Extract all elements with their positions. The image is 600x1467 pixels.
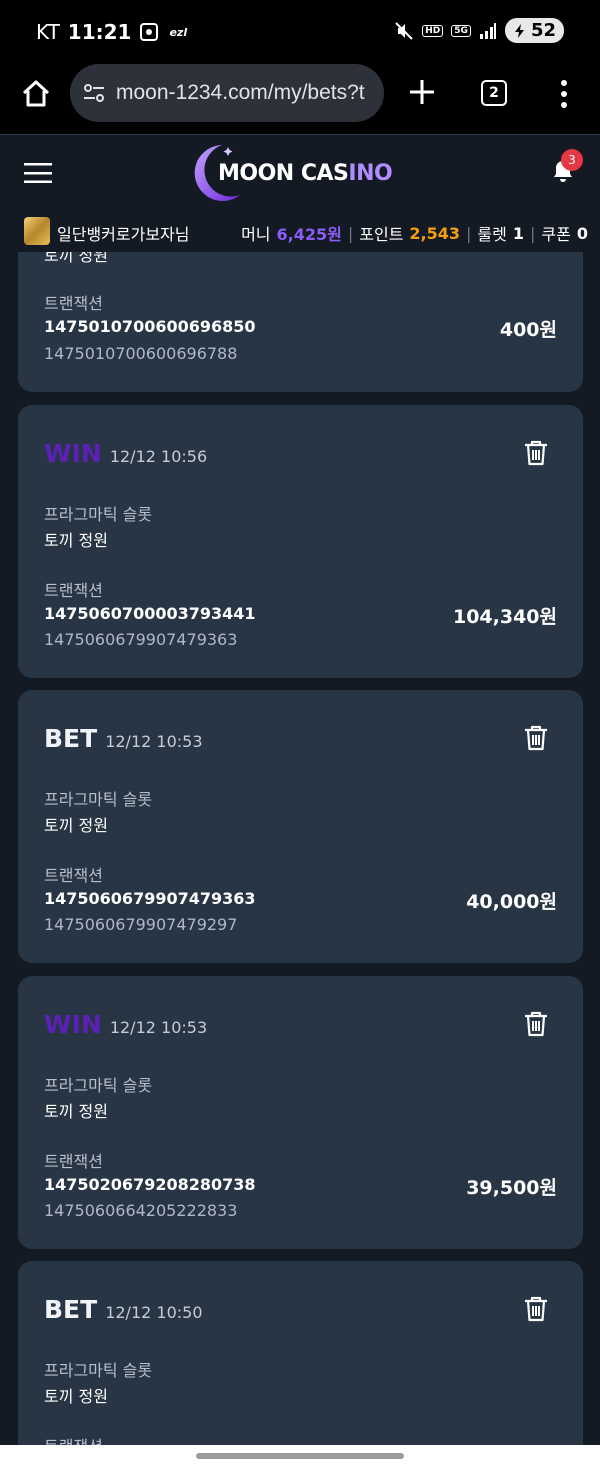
carrier-label: KT <box>36 20 60 44</box>
hamburger-menu-icon[interactable] <box>24 163 52 183</box>
transaction-label: 트랜잭션 <box>44 581 103 600</box>
roulette-value[interactable]: 1 <box>513 224 524 243</box>
battery-indicator: 52 <box>504 18 564 43</box>
screen-record-icon <box>140 23 159 41</box>
game-name: 토끼 정원 <box>44 1387 108 1406</box>
url-text[interactable]: moon-1234.com/my/bets?t <box>116 81 381 105</box>
bet-amount: 400원 <box>499 319 557 341</box>
logo-text-main: MOON CAS <box>218 161 349 186</box>
provider-name: 프라그마틱 슬롯 <box>44 790 153 809</box>
logo-text: MOON CASINO <box>218 161 393 186</box>
transaction-label: 트랜잭션 <box>44 866 103 885</box>
card-header: BET 12/12 10:53 <box>44 724 203 753</box>
divider: | <box>466 223 472 243</box>
new-tab-icon[interactable] <box>406 76 438 108</box>
home-icon[interactable] <box>20 78 52 110</box>
notification-badge[interactable]: 3 <box>561 149 583 171</box>
trash-icon[interactable] <box>523 439 549 467</box>
site-settings-icon[interactable] <box>82 81 106 105</box>
clock: 11:21 <box>67 20 132 44</box>
user-info-bar: 일단뱅커로가보자님 머니 6,425원 | 포인트 2,543 | 룰렛 1 |… <box>0 215 600 251</box>
point-label: 포인트 <box>359 225 404 244</box>
status-right: HD 5G 52 <box>394 18 564 43</box>
game-name: 토끼 정원 <box>44 816 108 835</box>
type-badge-win: WIN <box>44 439 102 468</box>
bet-time: 12/12 10:56 <box>109 447 208 466</box>
bet-amount: 104,340원 <box>452 606 557 628</box>
divider: | <box>530 223 536 243</box>
trash-icon[interactable] <box>523 1295 549 1323</box>
provider-name: 프라그마틱 슬롯 <box>44 1361 153 1380</box>
mute-icon <box>395 21 413 40</box>
type-badge-bet: BET <box>44 724 98 753</box>
divider: | <box>347 223 354 243</box>
coupon-value[interactable]: 0 <box>577 224 588 243</box>
bet-card: BET 12/12 10:50 프라그마틱 슬롯 토끼 정원 트랜잭션 <box>18 1261 583 1445</box>
type-badge-bet: BET <box>44 1295 98 1324</box>
game-name: 토끼 정원 <box>44 531 108 550</box>
charging-icon <box>514 23 524 38</box>
game-name: 토끼 정원 <box>44 1102 108 1121</box>
bet-amount: 39,500원 <box>466 1177 557 1199</box>
user-stats: 머니 6,425원 | 포인트 2,543 | 룰렛 1 | 쿠폰 0 <box>241 221 588 245</box>
bet-time: 12/12 10:53 <box>109 1018 208 1037</box>
trash-icon[interactable] <box>523 1010 549 1038</box>
bet-card: WIN 12/12 10:53 프라그마틱 슬롯 토끼 정원 트랜잭션 1475… <box>18 976 583 1249</box>
battery-level: 52 <box>530 20 556 41</box>
network-type-icon: 5G <box>451 24 471 37</box>
card-header: WIN 12/12 10:53 <box>44 1010 207 1039</box>
bet-amount: 40,000원 <box>466 891 557 913</box>
gesture-handle[interactable] <box>196 1453 404 1459</box>
transaction-ref-id: 1475060679907479297 <box>44 915 238 934</box>
transaction-ref-id: 1475010700600696788 <box>44 344 238 363</box>
user-rank-avatar <box>24 217 50 245</box>
signal-icon <box>479 22 496 39</box>
username[interactable]: 일단뱅커로가보자님 <box>57 221 189 245</box>
game-name: 토끼 정원 <box>44 252 108 265</box>
roulette-label: 룰렛 <box>477 225 507 244</box>
coupon-label: 쿠폰 <box>541 225 571 244</box>
bet-history-list[interactable]: 토끼 정원 트랜잭션 1475010700600696850 147501070… <box>0 252 600 1445</box>
bet-card: WIN 12/12 10:56 프라그마틱 슬롯 토끼 정원 트랜잭션 1475… <box>18 405 583 678</box>
point-value[interactable]: 2,543 <box>409 224 460 243</box>
site-header: MOON CASINO 3 일단뱅커로가보자님 머니 6,425원 | 포인트 … <box>0 134 600 252</box>
transaction-id: 1475010700600696850 <box>44 317 256 336</box>
site-logo[interactable]: MOON CASINO <box>188 141 414 203</box>
transaction-label: 트랜잭션 <box>44 294 103 313</box>
money-value[interactable]: 6,425원 <box>277 221 342 245</box>
status-bar: KT 11:21 ezl HD 5G 52 <box>0 0 600 64</box>
bet-card: 토끼 정원 트랜잭션 1475010700600696850 147501070… <box>18 252 583 392</box>
tab-switcher-button[interactable]: 2 <box>481 80 507 106</box>
status-left: KT 11:21 ezl <box>36 20 187 44</box>
provider-name: 프라그마틱 슬롯 <box>44 505 153 524</box>
bet-card: BET 12/12 10:53 프라그마틱 슬롯 토끼 정원 트랜잭션 1475… <box>18 690 583 963</box>
money-label: 머니 <box>241 225 271 244</box>
more-menu-icon[interactable] <box>556 78 572 110</box>
provider-name: 프라그마틱 슬롯 <box>44 1076 153 1095</box>
bet-time: 12/12 10:50 <box>105 1303 203 1322</box>
transaction-label: 트랜잭션 <box>44 1152 103 1171</box>
trash-icon[interactable] <box>523 724 549 752</box>
app-label: ezl <box>169 25 188 39</box>
address-bar[interactable]: moon-1234.com/my/bets?t <box>70 64 384 122</box>
system-nav-bar <box>0 1445 600 1467</box>
transaction-id: 1475060700003793441 <box>44 604 256 623</box>
logo-text-highlight: INO <box>348 161 393 186</box>
transaction-id: 1475020679208280738 <box>44 1175 256 1194</box>
hd-voice-icon: HD <box>422 24 444 37</box>
bet-time: 12/12 10:53 <box>105 732 203 751</box>
transaction-ref-id: 1475060679907479363 <box>44 630 238 649</box>
tab-count: 2 <box>489 85 499 101</box>
type-badge-win: WIN <box>44 1010 102 1039</box>
transaction-label: 트랜잭션 <box>44 1433 103 1445</box>
transaction-ref-id: 1475060664205222833 <box>44 1201 238 1220</box>
browser-toolbar: moon-1234.com/my/bets?t 2 <box>0 64 600 134</box>
transaction-id: 1475060679907479363 <box>44 889 256 908</box>
card-header: WIN 12/12 10:56 <box>44 439 207 468</box>
card-header: BET 12/12 10:50 <box>44 1295 203 1324</box>
